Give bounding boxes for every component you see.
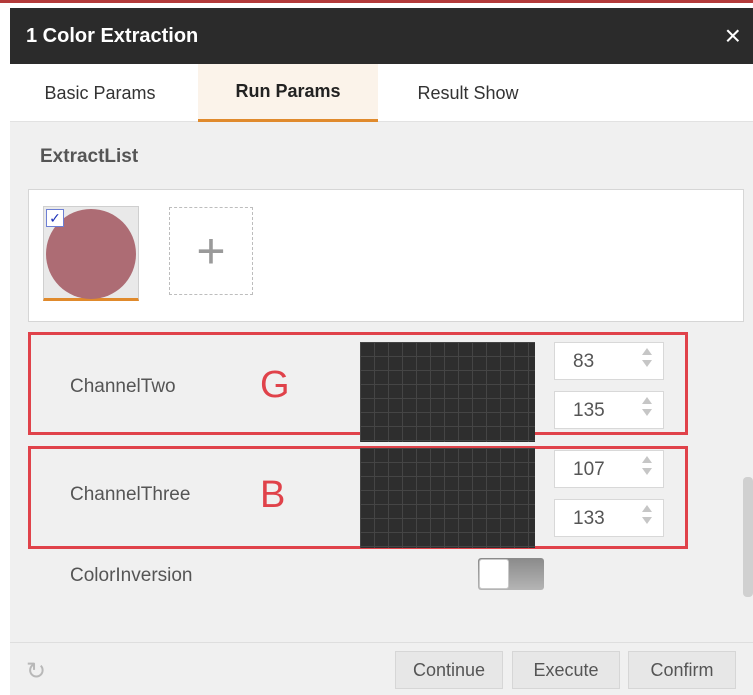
stepper-arrows-icon[interactable] <box>641 505 653 531</box>
channel-two-annotation: G <box>260 364 290 406</box>
channel-three-max-stepper[interactable]: 133 <box>554 499 664 537</box>
footer-bar: ↻ Continue Execute Confirm <box>10 642 753 695</box>
channel-two-max-stepper[interactable]: 135 <box>554 391 664 429</box>
add-color-button[interactable]: + <box>169 207 253 295</box>
channel-three-label: ChannelThree <box>70 484 191 505</box>
run-params-panel: ExtractList ✓ + ChannelTwo G 83 135 Chan… <box>10 122 753 642</box>
channel-two-label: ChannelTwo <box>70 376 176 397</box>
channel-three-histogram <box>360 448 535 548</box>
window-title: 1 Color Extraction <box>26 24 199 47</box>
stepper-arrows-icon[interactable] <box>641 397 653 423</box>
channel-three-annotation: B <box>260 474 286 516</box>
channel-three-min-value: 107 <box>573 459 605 480</box>
execute-button[interactable]: Execute <box>512 651 620 689</box>
extract-list-box: ✓ + <box>28 189 744 322</box>
stepper-arrows-icon[interactable] <box>641 348 653 374</box>
tab-bar: Basic Params Run Params Result Show <box>10 64 753 122</box>
color-inversion-label: ColorInversion <box>70 565 193 586</box>
channel-two-min-stepper[interactable]: 83 <box>554 342 664 380</box>
channel-two-min-value: 83 <box>573 351 595 372</box>
color-inversion-toggle[interactable] <box>478 558 544 590</box>
channel-three-min-stepper[interactable]: 107 <box>554 450 664 488</box>
scrollbar-thumb[interactable] <box>743 477 753 597</box>
extract-list-label: ExtractList <box>40 146 139 167</box>
titlebar: 1 Color Extraction × <box>10 8 753 64</box>
tab-run-params[interactable]: Run Params <box>198 64 378 122</box>
channel-two-histogram <box>360 342 535 442</box>
swatch-checkbox[interactable]: ✓ <box>46 209 64 227</box>
channel-two-max-value: 135 <box>573 400 605 421</box>
tab-result-show[interactable]: Result Show <box>398 64 538 122</box>
color-swatch-card[interactable]: ✓ <box>43 206 139 301</box>
close-icon[interactable]: × <box>725 22 741 50</box>
top-accent-bar <box>0 0 753 8</box>
continue-button[interactable]: Continue <box>395 651 503 689</box>
toggle-knob <box>479 559 509 589</box>
confirm-button[interactable]: Confirm <box>628 651 736 689</box>
stepper-arrows-icon[interactable] <box>641 456 653 482</box>
plus-icon: + <box>196 223 226 279</box>
refresh-icon[interactable]: ↻ <box>26 657 46 686</box>
tab-basic-params[interactable]: Basic Params <box>30 64 170 122</box>
channel-three-max-value: 133 <box>573 508 605 529</box>
